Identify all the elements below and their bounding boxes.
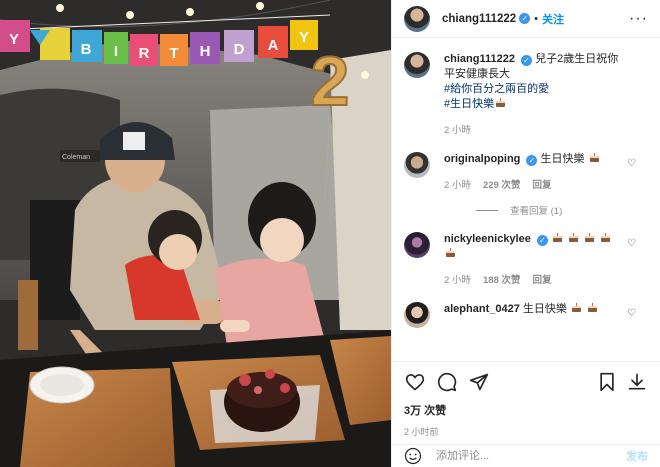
banner-letter: I	[114, 43, 118, 60]
number-balloon: 2	[311, 42, 350, 120]
banner-letter: Y	[9, 31, 19, 48]
verified-icon: ✓	[526, 155, 538, 166]
cake-emoji-icon	[587, 303, 598, 313]
save-icon[interactable]	[596, 371, 618, 393]
commenter-username[interactable]: alephant_0427	[444, 303, 520, 315]
caption: chiang111222 ✓ 兒子2歲生日祝你平安健康長大 #給你百分之兩百的愛…	[404, 52, 648, 138]
banner-letter: R	[139, 45, 150, 62]
comment-likes[interactable]: 229 次赞	[483, 178, 521, 193]
hashtag-link[interactable]: #生日快樂	[444, 97, 624, 112]
add-comment-bar: 发布	[392, 444, 660, 467]
author-avatar[interactable]	[404, 52, 430, 78]
commenter-avatar[interactable]	[404, 232, 430, 258]
comment-item: nickyleenickylee ✓ 2 小時 188 次赞 回复 ♡	[404, 232, 648, 288]
commenter-username[interactable]: nickyleenickylee	[444, 233, 531, 245]
post-comment-button[interactable]: 发布	[626, 448, 648, 464]
banner-letter: A	[268, 37, 279, 54]
hashtag-text: #生日快樂	[444, 98, 495, 110]
hashtag-link[interactable]: #給你百分之兩百的愛	[444, 82, 624, 97]
caption-time: 2 小時	[444, 125, 471, 136]
cake-emoji-icon	[600, 233, 611, 243]
cake-emoji-icon	[571, 303, 582, 313]
cake-emoji-icon	[568, 233, 579, 243]
author-username[interactable]: chiang111222	[442, 13, 516, 25]
more-options-icon[interactable]: ···	[629, 10, 648, 28]
download-icon[interactable]	[626, 371, 648, 393]
reply-button[interactable]: 回复	[532, 273, 551, 288]
cake-emoji-icon	[589, 153, 600, 163]
banner-letter: B	[81, 41, 92, 58]
cake-emoji-icon	[552, 233, 563, 243]
like-count[interactable]: 3万 次赞	[404, 402, 648, 418]
comments-list[interactable]: chiang111222 ✓ 兒子2歲生日祝你平安健康長大 #給你百分之兩百的愛…	[392, 52, 660, 357]
reply-button[interactable]: 回复	[532, 178, 551, 193]
commenter-username[interactable]: originalpoping	[444, 153, 520, 165]
post-actions: 3万 次赞 2 小时前	[392, 361, 660, 438]
comment-input[interactable]	[436, 450, 626, 462]
comment-item: alephant_0427 生日快樂 ♡	[404, 302, 648, 328]
comment-time: 2 小時	[444, 275, 471, 286]
verified-icon: ✓	[521, 55, 533, 66]
comment-icon[interactable]	[436, 371, 458, 393]
comment-item: originalpoping ✓ 生日快樂 2 小時 229 次赞 回复 ♡	[404, 152, 648, 193]
banner-letter: H	[200, 43, 211, 60]
verified-icon: ✓	[519, 13, 531, 24]
banner-letter: D	[234, 41, 245, 58]
comment-time: 2 小時	[444, 180, 471, 191]
post-time: 2 小时前	[404, 427, 439, 437]
follow-button[interactable]: 关注	[542, 11, 564, 27]
emoji-icon[interactable]	[404, 447, 422, 465]
share-icon[interactable]	[468, 371, 490, 393]
comment-likes[interactable]: 188 次赞	[483, 273, 521, 288]
comment-text: 生日快樂	[540, 153, 585, 165]
cake-emoji-icon	[445, 248, 456, 258]
post-photo[interactable]: Coleman Y B I R T H D A Y 2	[0, 0, 391, 467]
banner-letter: T	[169, 45, 178, 62]
commenter-avatar[interactable]	[404, 152, 430, 178]
post-side-panel: chiang111222 ✓ • 关注 ··· chiang111222 ✓ 兒…	[391, 0, 660, 467]
caption-username[interactable]: chiang111222	[444, 53, 515, 65]
like-comment-icon[interactable]: ♡	[627, 158, 636, 169]
birthday-photo-illustration: Coleman Y B I R T H D A Y 2	[0, 0, 391, 467]
like-comment-icon[interactable]: ♡	[627, 238, 636, 249]
cake-emoji-icon	[584, 233, 595, 243]
comment-text: 生日快樂	[522, 303, 567, 315]
heart-icon[interactable]	[404, 371, 426, 393]
camp-brand-text: Coleman	[62, 154, 90, 161]
like-comment-icon[interactable]: ♡	[627, 308, 636, 319]
verified-icon: ✓	[536, 235, 548, 246]
commenter-avatar[interactable]	[404, 302, 430, 328]
post-header: chiang111222 ✓ • 关注 ···	[392, 0, 660, 38]
author-avatar[interactable]	[404, 5, 430, 32]
separator-dot: •	[534, 12, 539, 25]
view-replies-button[interactable]: 查看回复 (1)	[476, 203, 648, 217]
banner-letter: Y	[299, 29, 309, 46]
cake-emoji-icon	[495, 98, 506, 108]
